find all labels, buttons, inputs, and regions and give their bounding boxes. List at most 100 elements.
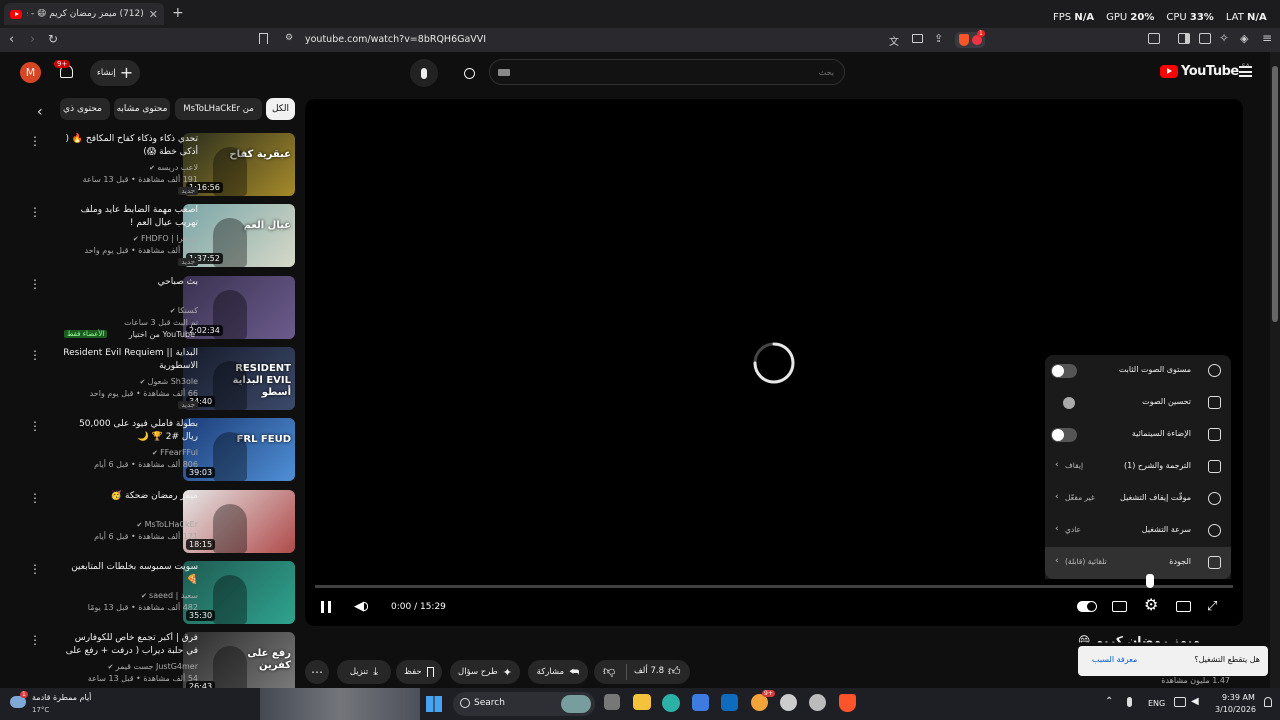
channel-name[interactable]: MsToLHaCkEr ✔ [63, 519, 198, 531]
up-next-item[interactable]: عيال العم 1:37:52 اصعب مهمة الضابط عايد وم… [0, 204, 300, 270]
tray-chevron-icon[interactable]: ⌃ [1105, 696, 1113, 707]
settings-row[interactable]: سرعة التشغيل عادي ‹ [1045, 515, 1231, 547]
split-view-icon[interactable] [1178, 33, 1190, 44]
site-info-icon[interactable]: ⚙ [285, 33, 293, 43]
chip-all[interactable]: الكل [266, 98, 295, 120]
settings-row[interactable]: مستوى الصوت الثابت [1045, 355, 1231, 387]
scrollbar-thumb[interactable] [1272, 66, 1278, 322]
hamburger-menu-icon[interactable] [1239, 66, 1252, 77]
video-thumbnail[interactable]: 18:15 [183, 490, 295, 553]
page-scrollbar[interactable] [1270, 52, 1280, 688]
clock-time[interactable]: 9:39 AM [1222, 693, 1255, 702]
menu-icon[interactable]: ≡ [1262, 31, 1272, 45]
video-title[interactable]: سويت سمبوسه بخلطات المتابعين 🍕 [63, 561, 198, 587]
video-thumbnail[interactable]: عبقرية كفاح 1:16:56 [183, 133, 295, 196]
video-title[interactable]: البداية || Resident Evil Requiem الاسطور… [63, 347, 198, 373]
edge-icon[interactable] [662, 694, 680, 712]
video-thumbnail[interactable]: FRL FEUD 39:03 [183, 418, 295, 481]
youtube-logo[interactable]: YouTube SA [1160, 63, 1250, 79]
settings-gear-icon[interactable]: ⚙ [1144, 597, 1158, 613]
start-windows-icon[interactable] [426, 696, 442, 712]
video-title[interactable]: بث صباحي [63, 276, 198, 302]
like-icon[interactable]: 👍︎ [668, 664, 681, 679]
steam-alt-icon[interactable] [809, 694, 826, 711]
brave-shields-icon[interactable]: 1 [955, 30, 985, 48]
share-button[interactable]: ⮪ مشاركة [528, 660, 588, 684]
more-actions-button[interactable]: ⋯ [305, 660, 329, 684]
video-menu-icon[interactable]: ⋮ [29, 634, 41, 646]
video-menu-icon[interactable]: ⋮ [29, 563, 41, 575]
search-button[interactable] [455, 59, 483, 87]
chips-scroll-left-icon[interactable]: ‹ [37, 104, 43, 120]
back-icon[interactable]: ‹ [9, 32, 14, 47]
notifications-button[interactable]: 9+ [54, 60, 78, 84]
channel-name[interactable]: FFearFFul ✔ [63, 447, 198, 459]
video-menu-icon[interactable]: ⋮ [29, 492, 41, 504]
tab-close-icon[interactable]: ✕ [149, 8, 158, 21]
notification-bell-icon[interactable] [1264, 697, 1272, 707]
settings-row[interactable]: موقّت إيقاف التشغيل غير مفعّل ‹ [1045, 483, 1231, 515]
pause-icon[interactable] [321, 601, 331, 613]
vpn-icon[interactable]: ◈ [1240, 32, 1248, 45]
video-menu-icon[interactable]: ⋮ [29, 420, 41, 432]
settings-toggle[interactable] [1051, 364, 1077, 378]
ask-button[interactable]: ✦ طرح سؤال [450, 660, 520, 684]
video-title[interactable]: بطولة فاملي فيود على 50,000 ريال #2 🏆 🌙 [63, 418, 198, 444]
translate-icon[interactable]: 文 [889, 33, 899, 48]
channel-name[interactable]: سعيد | saeed ✔ [63, 590, 198, 602]
chip-related[interactable]: محتوى ذي صلة [60, 98, 110, 120]
channel-name[interactable]: ابو فرا | FHDFO ✔ [63, 233, 198, 245]
store-icon[interactable] [692, 694, 709, 711]
new-tab-button[interactable]: + [172, 5, 184, 21]
up-next-item[interactable]: عبقرية كفاح 1:16:56 تحدي ذكاء وذكاء كفاح ا… [0, 133, 300, 199]
download-button[interactable]: ⤓ تنزيل [337, 660, 391, 684]
voice-search-button[interactable] [410, 59, 438, 87]
settings-row[interactable]: تحسين الصوت [1045, 387, 1231, 419]
video-menu-icon[interactable]: ⋮ [29, 349, 41, 361]
video-thumbnail[interactable]: 35:30 [183, 561, 295, 624]
steam-icon[interactable] [780, 694, 797, 711]
browser-tab[interactable]: (712) ميمز رمضان كريم 😄 - YouTube ✕ [4, 3, 164, 25]
create-button[interactable]: إنشاء + [90, 60, 140, 86]
dislike-icon[interactable]: 👎︎ [603, 664, 615, 679]
subtitles-button-icon[interactable] [1112, 601, 1127, 612]
wallet-icon[interactable] [1199, 33, 1211, 44]
fullscreen-icon[interactable]: ⤢ [1207, 599, 1217, 614]
video-thumbnail[interactable]: عيال العم 1:37:52 [183, 204, 295, 267]
leo-ai-icon[interactable]: ✧ [1219, 31, 1229, 45]
mic-tray-icon[interactable] [1127, 697, 1132, 707]
task-view-icon[interactable] [604, 694, 620, 710]
brave-taskbar-icon[interactable] [839, 694, 856, 712]
volume-icon[interactable]: ◀ [354, 599, 364, 614]
up-next-item[interactable]: FRL FEUD 39:03 بطولة فاملي فيود على 50,000… [0, 418, 300, 484]
chip-from-channel[interactable]: من MsToLHaCkEr [175, 98, 262, 120]
lang-indicator[interactable]: ENG [1148, 699, 1165, 708]
file-explorer-icon[interactable] [633, 694, 651, 710]
channel-name[interactable]: كسنكا ✔ [63, 305, 198, 317]
avatar[interactable]: M [20, 62, 41, 83]
network-icon[interactable] [1174, 697, 1186, 707]
video-thumbnail[interactable]: RESIDENT EVIL البداية أسطو 34:40 [183, 347, 295, 410]
video-menu-icon[interactable]: ⋮ [29, 206, 41, 218]
outlook-icon[interactable] [721, 694, 738, 711]
search-box[interactable] [489, 59, 845, 85]
save-button[interactable]: حفظ [396, 660, 442, 684]
settings-row[interactable]: الترجمة والشرح (1) إيقاف ‹ [1045, 451, 1231, 483]
video-title[interactable]: تحدي ذكاء وذكاء كفاح المكافح 🔥 ( أذكى خط… [63, 133, 198, 159]
up-next-item[interactable]: 2:02:34 بث صباحي كسنكا ✔ تم البث قبل 3 ساعا… [0, 276, 300, 342]
progress-bar[interactable] [315, 585, 1233, 588]
share-page-icon[interactable]: ⇪ [934, 32, 943, 45]
cast-icon[interactable] [912, 34, 923, 43]
video-title[interactable]: ميمز رمضان ضحكة 🥳 [63, 490, 198, 516]
url-field[interactable]: youtube.com/watch?v=8bRQH6GaVVI [305, 34, 486, 45]
settings-row[interactable]: الجودة تلقائية (قابلة) ‹ [1045, 547, 1231, 579]
taskbar-search[interactable]: Search [453, 692, 595, 716]
toast-link[interactable]: معرفة السبب [1092, 655, 1137, 664]
up-next-item[interactable]: 35:30 سويت سمبوسه بخلطات المتابعين 🍕 سعيد … [0, 561, 300, 627]
clock-date[interactable]: 3/10/2026 [1215, 705, 1256, 714]
search-input[interactable] [534, 64, 834, 81]
bookmark-icon[interactable] [259, 33, 268, 44]
video-menu-icon[interactable]: ⋮ [29, 278, 41, 290]
channel-name[interactable]: لاعب دريسه ✔ [63, 162, 198, 174]
channel-name[interactable]: JustG4mer جست قيمر ✔ [63, 661, 198, 673]
